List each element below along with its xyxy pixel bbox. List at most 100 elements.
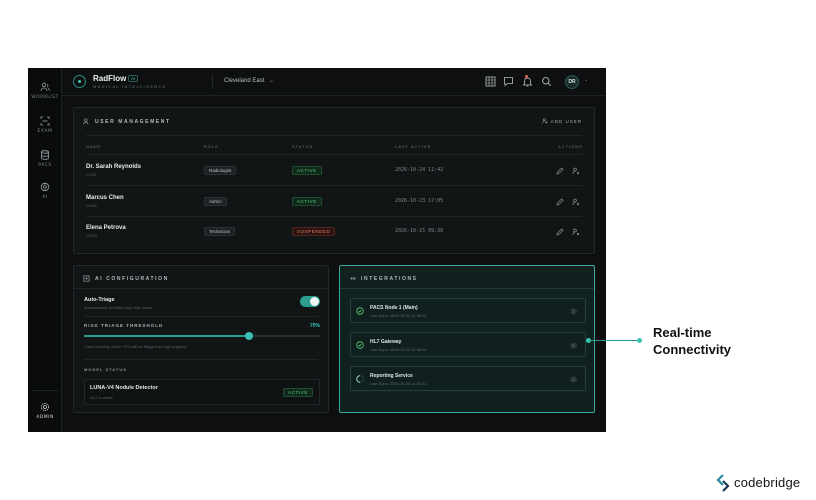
callout-line-1: Real-time xyxy=(653,325,712,340)
integration-item[interactable]: Reporting Service Last Sync: 2026-10-24 … xyxy=(350,366,586,391)
row-separator xyxy=(86,216,582,217)
threshold-value: 70% xyxy=(310,323,321,329)
chip-icon xyxy=(83,275,90,282)
user-name: Elena Petrova xyxy=(86,225,126,231)
status-badge: SUSPENDED xyxy=(292,227,336,236)
status-badge: ACTIVE xyxy=(292,166,322,175)
status-badge: ACTIVE xyxy=(292,197,322,206)
column-header: NAME xyxy=(86,144,102,149)
chevron-down-icon[interactable]: ⌄ xyxy=(269,77,274,84)
last-active: 2026-10-15 09:30 xyxy=(395,228,444,234)
grid-icon[interactable] xyxy=(485,76,496,87)
model-status-badge: ACTIVE xyxy=(283,388,313,397)
check-circle-icon xyxy=(356,307,364,315)
auto-triage-toggle[interactable] xyxy=(300,296,320,307)
add-user-button[interactable]: ADD USER xyxy=(542,118,582,124)
threshold-note: Cases scoring above 70% will be flagged … xyxy=(84,344,188,349)
column-header: ACTIONS xyxy=(558,144,583,149)
users-icon xyxy=(83,118,89,125)
integration-name: HL7 Gateway xyxy=(370,339,402,345)
bell-icon[interactable] xyxy=(522,76,533,87)
scan-icon xyxy=(40,116,50,126)
edit-icon[interactable] xyxy=(556,167,564,175)
divider xyxy=(84,359,318,360)
left-rail: WORKLIST EXAM PACS AI ADMIN xyxy=(28,68,62,432)
rail-item-exam[interactable]: EXAM xyxy=(28,116,62,134)
last-active: 2026-10-23 17:05 xyxy=(395,198,444,204)
integration-name: Reporting Service xyxy=(370,373,413,379)
add-user-label: ADD USER xyxy=(550,119,582,124)
database-icon xyxy=(41,150,49,160)
row-separator xyxy=(86,154,582,155)
brand-name: RadFlow xyxy=(93,74,127,83)
model-version: v4.2.0-stable xyxy=(90,395,113,400)
radflow-logo-icon xyxy=(73,75,86,88)
panel-title: AI CONFIGURATION xyxy=(95,276,169,282)
user-id: U-002 xyxy=(86,203,97,208)
rail-item-admin[interactable]: ADMIN xyxy=(28,402,62,420)
integration-sync-time: Last Sync: 2026-10-24 11:34:11 xyxy=(370,381,427,386)
brand-subtitle: MEDICAL INTELLIGENCE xyxy=(93,84,167,89)
callout-connector xyxy=(588,340,640,341)
user-permissions-icon[interactable] xyxy=(572,167,580,175)
threshold-label: RISK TRIAGE THRESHOLD xyxy=(84,323,164,328)
check-circle-icon xyxy=(356,341,364,349)
callout-dot xyxy=(637,338,642,343)
panel-title: INTEGRATIONS xyxy=(361,276,418,282)
callout-text: Real-time Connectivity xyxy=(653,324,731,358)
column-header: ROLE xyxy=(204,144,219,149)
gear-icon[interactable] xyxy=(570,308,577,315)
integration-sync-time: Last Sync: 2026-10-24 11:38:00 xyxy=(370,347,427,352)
user-management-panel: USER MANAGEMENT ADD USER NAME ROLE STATU… xyxy=(73,107,595,254)
edit-icon[interactable] xyxy=(556,198,564,206)
rail-label-admin: ADMIN xyxy=(36,415,54,420)
avatar[interactable]: DR xyxy=(565,75,579,89)
user-plus-icon xyxy=(542,118,548,124)
search-icon[interactable] xyxy=(541,76,552,87)
app-window: WORKLIST EXAM PACS AI ADMIN RadFlow AI M… xyxy=(28,68,606,432)
user-name: Dr. Sarah Reynolds xyxy=(86,164,142,170)
location-selector[interactable]: Cleveland East xyxy=(224,78,264,84)
header-separator xyxy=(86,135,582,136)
integration-item[interactable]: HL7 Gateway Last Sync: 2026-10-24 11:38:… xyxy=(350,332,586,357)
rail-item-worklist[interactable]: WORKLIST xyxy=(28,82,62,100)
auto-triage-description: Automatically prioritize high-risk cases xyxy=(84,305,152,310)
panel-divider xyxy=(74,288,328,289)
last-active: 2026-10-24 11:42 xyxy=(395,167,444,173)
panel-divider xyxy=(340,288,594,289)
role-badge: Admin xyxy=(204,197,227,206)
rail-item-ai[interactable]: AI xyxy=(28,182,62,200)
gear-icon[interactable] xyxy=(570,342,577,349)
edit-icon[interactable] xyxy=(556,228,564,236)
user-permissions-icon[interactable] xyxy=(572,228,580,236)
gear-icon[interactable] xyxy=(570,376,577,383)
user-permissions-icon[interactable] xyxy=(572,198,580,206)
top-bar: RadFlow AI MEDICAL INTELLIGENCE Clevelan… xyxy=(62,68,606,96)
role-badge: Radiologist xyxy=(204,166,237,175)
notification-dot xyxy=(525,75,528,78)
slider-handle[interactable] xyxy=(245,332,254,340)
link-icon xyxy=(350,277,356,280)
user-name: Marcus Chen xyxy=(86,195,124,201)
stage: WORKLIST EXAM PACS AI ADMIN RadFlow AI M… xyxy=(0,0,816,500)
model-card: LUNA-V4 Nodule Detector v4.2.0-stable AC… xyxy=(84,379,320,405)
rail-divider xyxy=(32,390,58,391)
rail-label-ai: AI xyxy=(42,195,48,200)
divider xyxy=(84,316,318,317)
codebridge-logo-icon xyxy=(716,474,730,492)
model-status-label: MODEL STATUS xyxy=(84,367,127,372)
column-header: STATUS xyxy=(292,144,314,149)
slider-fill xyxy=(84,335,250,337)
rail-item-pacs[interactable]: PACS xyxy=(28,150,62,168)
rail-label-worklist: WORKLIST xyxy=(31,95,59,100)
message-icon[interactable] xyxy=(503,76,514,87)
callout-line-2: Connectivity xyxy=(653,342,732,357)
loading-spinner-icon xyxy=(356,375,364,383)
codebridge-wordmark: codebridge xyxy=(734,475,801,490)
avatar-chevron-icon[interactable]: ⌄ xyxy=(584,77,588,83)
integration-item[interactable]: PACS Node 1 (Main) Last Sync: 2026-10-24… xyxy=(350,298,586,323)
integrations-panel: INTEGRATIONS PACS Node 1 (Main) Last Syn… xyxy=(339,265,595,413)
threshold-slider[interactable] xyxy=(84,332,320,340)
header-divider xyxy=(212,75,213,89)
brand-badge: AI xyxy=(128,75,139,82)
